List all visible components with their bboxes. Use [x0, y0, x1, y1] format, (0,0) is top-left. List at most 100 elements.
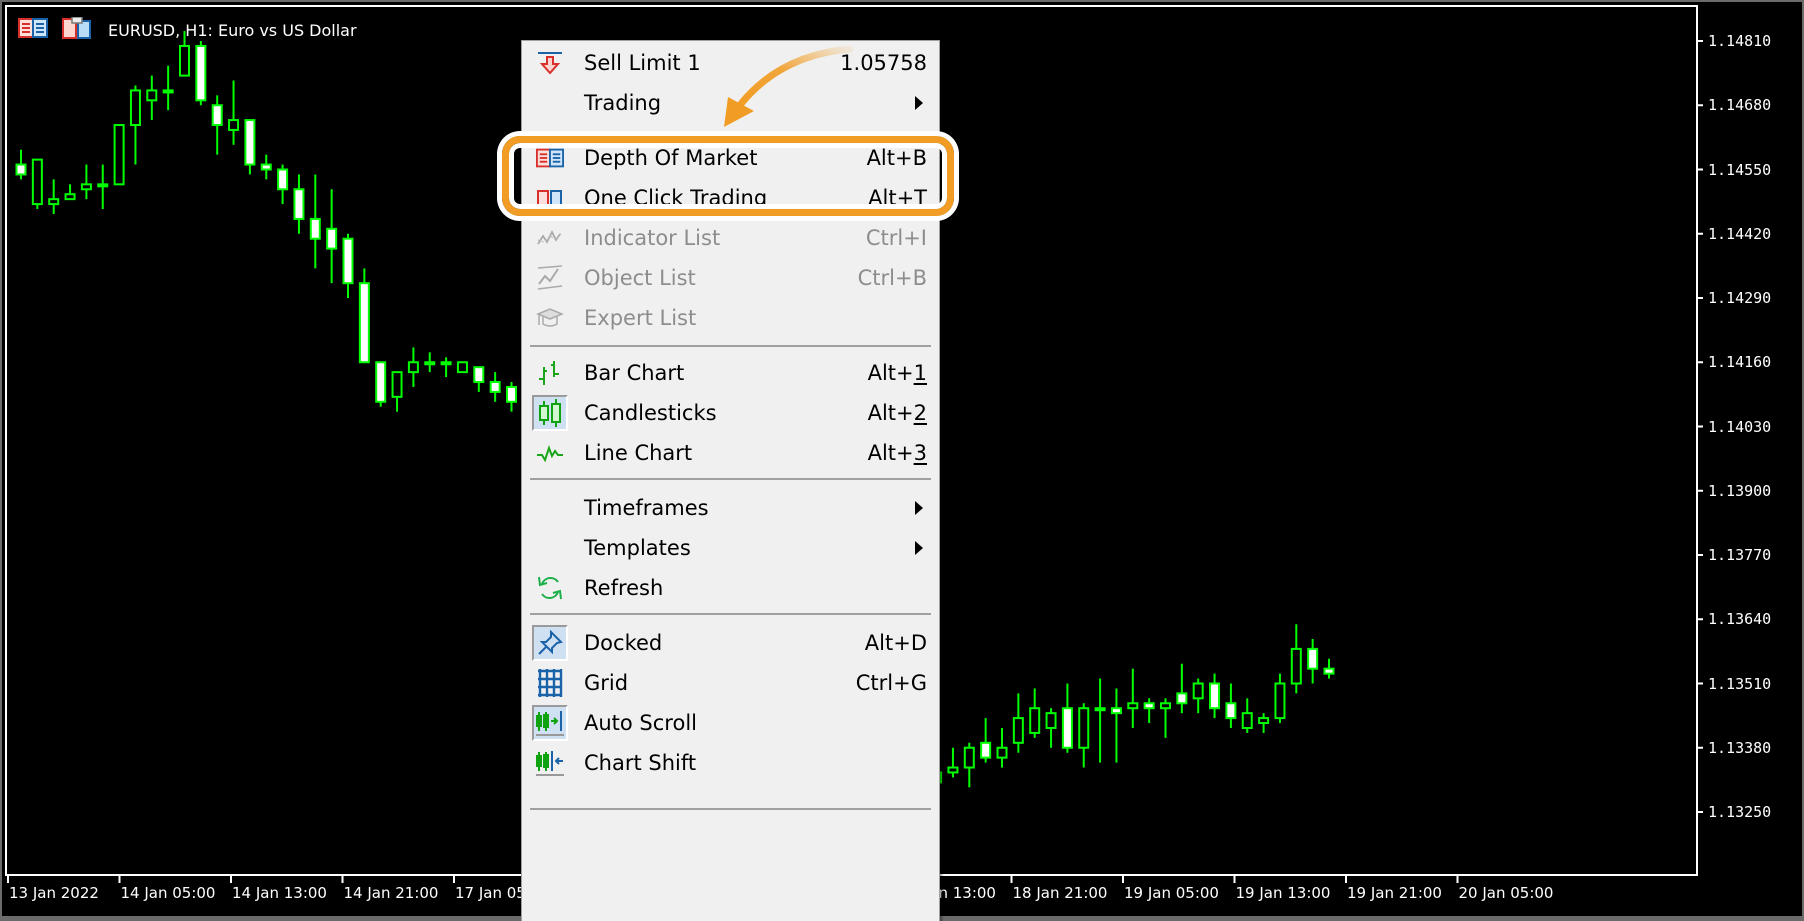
menu-item-expert-list[interactable]: Expert List: [522, 296, 939, 340]
candle-body: [342, 237, 354, 285]
menu-item-label: Chart Shift: [584, 751, 697, 775]
menu-item-bar-chart[interactable]: Bar Chart Alt+1: [522, 351, 939, 395]
candle-body: [260, 163, 272, 171]
price-tick-label: 1.14160: [1708, 353, 1772, 372]
menu-item-label: Refresh: [584, 576, 664, 600]
price-tick-label: 1.14810: [1708, 32, 1772, 50]
menu-item-trading[interactable]: Trading: [522, 81, 939, 125]
candle-body: [1029, 707, 1041, 734]
menu-item-label: Depth Of Market: [584, 146, 758, 170]
menu-item-shortcut: Ctrl+G: [855, 671, 927, 695]
candle-body: [1045, 712, 1057, 729]
menu-item-object-list[interactable]: Object List Ctrl+B: [522, 256, 939, 300]
menu-item-indicator-list[interactable]: Indicator List Ctrl+I: [522, 216, 939, 260]
candle: [1110, 688, 1122, 763]
candle-body: [129, 89, 141, 127]
candle: [996, 727, 1008, 768]
time-tick-label: 19 Jan 21:00: [1347, 884, 1442, 902]
candle-body: [1307, 647, 1319, 670]
candle: [80, 164, 92, 200]
candle: [440, 357, 452, 378]
depth-of-market-icon[interactable]: [18, 17, 48, 43]
candle: [407, 347, 419, 387]
candle: [97, 164, 109, 210]
menu-item-shortcut: Alt+T: [868, 186, 927, 210]
menu-item-label: Docked: [584, 631, 663, 655]
candle-body: [48, 198, 60, 206]
menu-item-templates[interactable]: Templates: [522, 526, 939, 570]
time-tick-label: 19 Jan 05:00: [1124, 884, 1219, 902]
menu-item-label: Object List: [584, 266, 696, 290]
candle: [260, 154, 272, 180]
time-tick-label: 18 Jan 21:00: [1012, 884, 1108, 902]
candle: [1209, 673, 1221, 719]
candle-body: [1209, 682, 1221, 710]
time-tick-label: 14 Jan 21:00: [343, 884, 439, 902]
candle: [1241, 698, 1253, 733]
menu-item-sell-limit[interactable]: Sell Limit 1 1.05758: [522, 41, 939, 85]
menu-separator: [530, 808, 931, 810]
chart-shift-icon: [532, 745, 568, 781]
candle-body: [1094, 707, 1106, 712]
candle-body: [358, 282, 370, 364]
candle: [1225, 683, 1237, 728]
candle: [48, 179, 60, 214]
menu-item-docked[interactable]: Docked Alt+D: [522, 621, 939, 665]
menu-item-label: Bar Chart: [584, 361, 685, 385]
shortcut-key: 2: [913, 401, 927, 425]
menu-item-label: Expert List: [584, 306, 697, 330]
one-click-trading-icon[interactable]: [62, 16, 92, 43]
candle: [15, 149, 27, 180]
candle: [375, 361, 387, 407]
candle-body: [424, 361, 436, 366]
grid-icon: [532, 665, 568, 701]
shortcut-key: 1: [913, 361, 927, 385]
candle: [1160, 698, 1171, 738]
menu-item-chart-shift[interactable]: Chart Shift: [522, 741, 939, 785]
menu-item-label: Grid: [584, 671, 629, 695]
candle: [1078, 703, 1090, 768]
menu-item-depth-of-market[interactable]: Depth Of Market Alt+B: [522, 136, 939, 180]
one-click-trading-icon: [532, 180, 568, 216]
candle: [244, 119, 256, 175]
menu-item-label: Indicator List: [584, 226, 721, 250]
candle-body: [31, 158, 43, 206]
menu-item-one-click-trading[interactable]: One Click Trading Alt+T: [522, 176, 939, 220]
candle: [309, 174, 321, 269]
menu-item-shortcut: Ctrl+I: [865, 226, 927, 250]
candle-body: [228, 119, 240, 131]
menu-separator: [530, 478, 931, 480]
candle-body: [1241, 712, 1253, 729]
menu-item-line-chart[interactable]: Line Chart Alt+3: [522, 431, 939, 475]
price-tick-label: 1.13900: [1708, 481, 1772, 500]
menu-item-candlesticks[interactable]: Candlesticks Alt+2: [522, 391, 939, 435]
submenu-arrow-icon: [915, 501, 923, 515]
time-tick-label: 19 Jan 13:00: [1235, 884, 1331, 902]
candle-body: [1176, 692, 1188, 705]
shortcut-prefix: Alt+: [867, 361, 914, 385]
candle-body: [1274, 682, 1286, 720]
candle-body: [375, 361, 387, 403]
candle: [1323, 658, 1335, 679]
menu-item-timeframes[interactable]: Timeframes: [522, 486, 939, 530]
menu-item-auto-scroll[interactable]: Auto Scroll: [522, 701, 939, 745]
menu-item-grid[interactable]: Grid Ctrl+G: [522, 661, 939, 705]
price-tick-label: 1.14290: [1708, 289, 1772, 307]
menu-item-refresh[interactable]: Refresh: [522, 566, 939, 610]
candle-body: [179, 44, 190, 77]
price-tick-label: 1.13380: [1708, 738, 1772, 757]
price-tick-label: 1.13510: [1708, 674, 1772, 693]
line-chart-icon: [532, 435, 568, 471]
candle-body: [277, 168, 289, 191]
candle-body: [64, 193, 76, 201]
candle: [326, 189, 338, 284]
menu-item-shortcut: Alt+B: [866, 146, 927, 170]
candle-body: [1323, 667, 1335, 675]
candle-body: [293, 188, 305, 220]
candle-body: [980, 741, 992, 759]
candle-body: [407, 361, 419, 374]
candle: [211, 95, 223, 155]
candle-body: [963, 746, 975, 769]
candle: [1143, 698, 1155, 724]
candle: [1094, 678, 1106, 763]
